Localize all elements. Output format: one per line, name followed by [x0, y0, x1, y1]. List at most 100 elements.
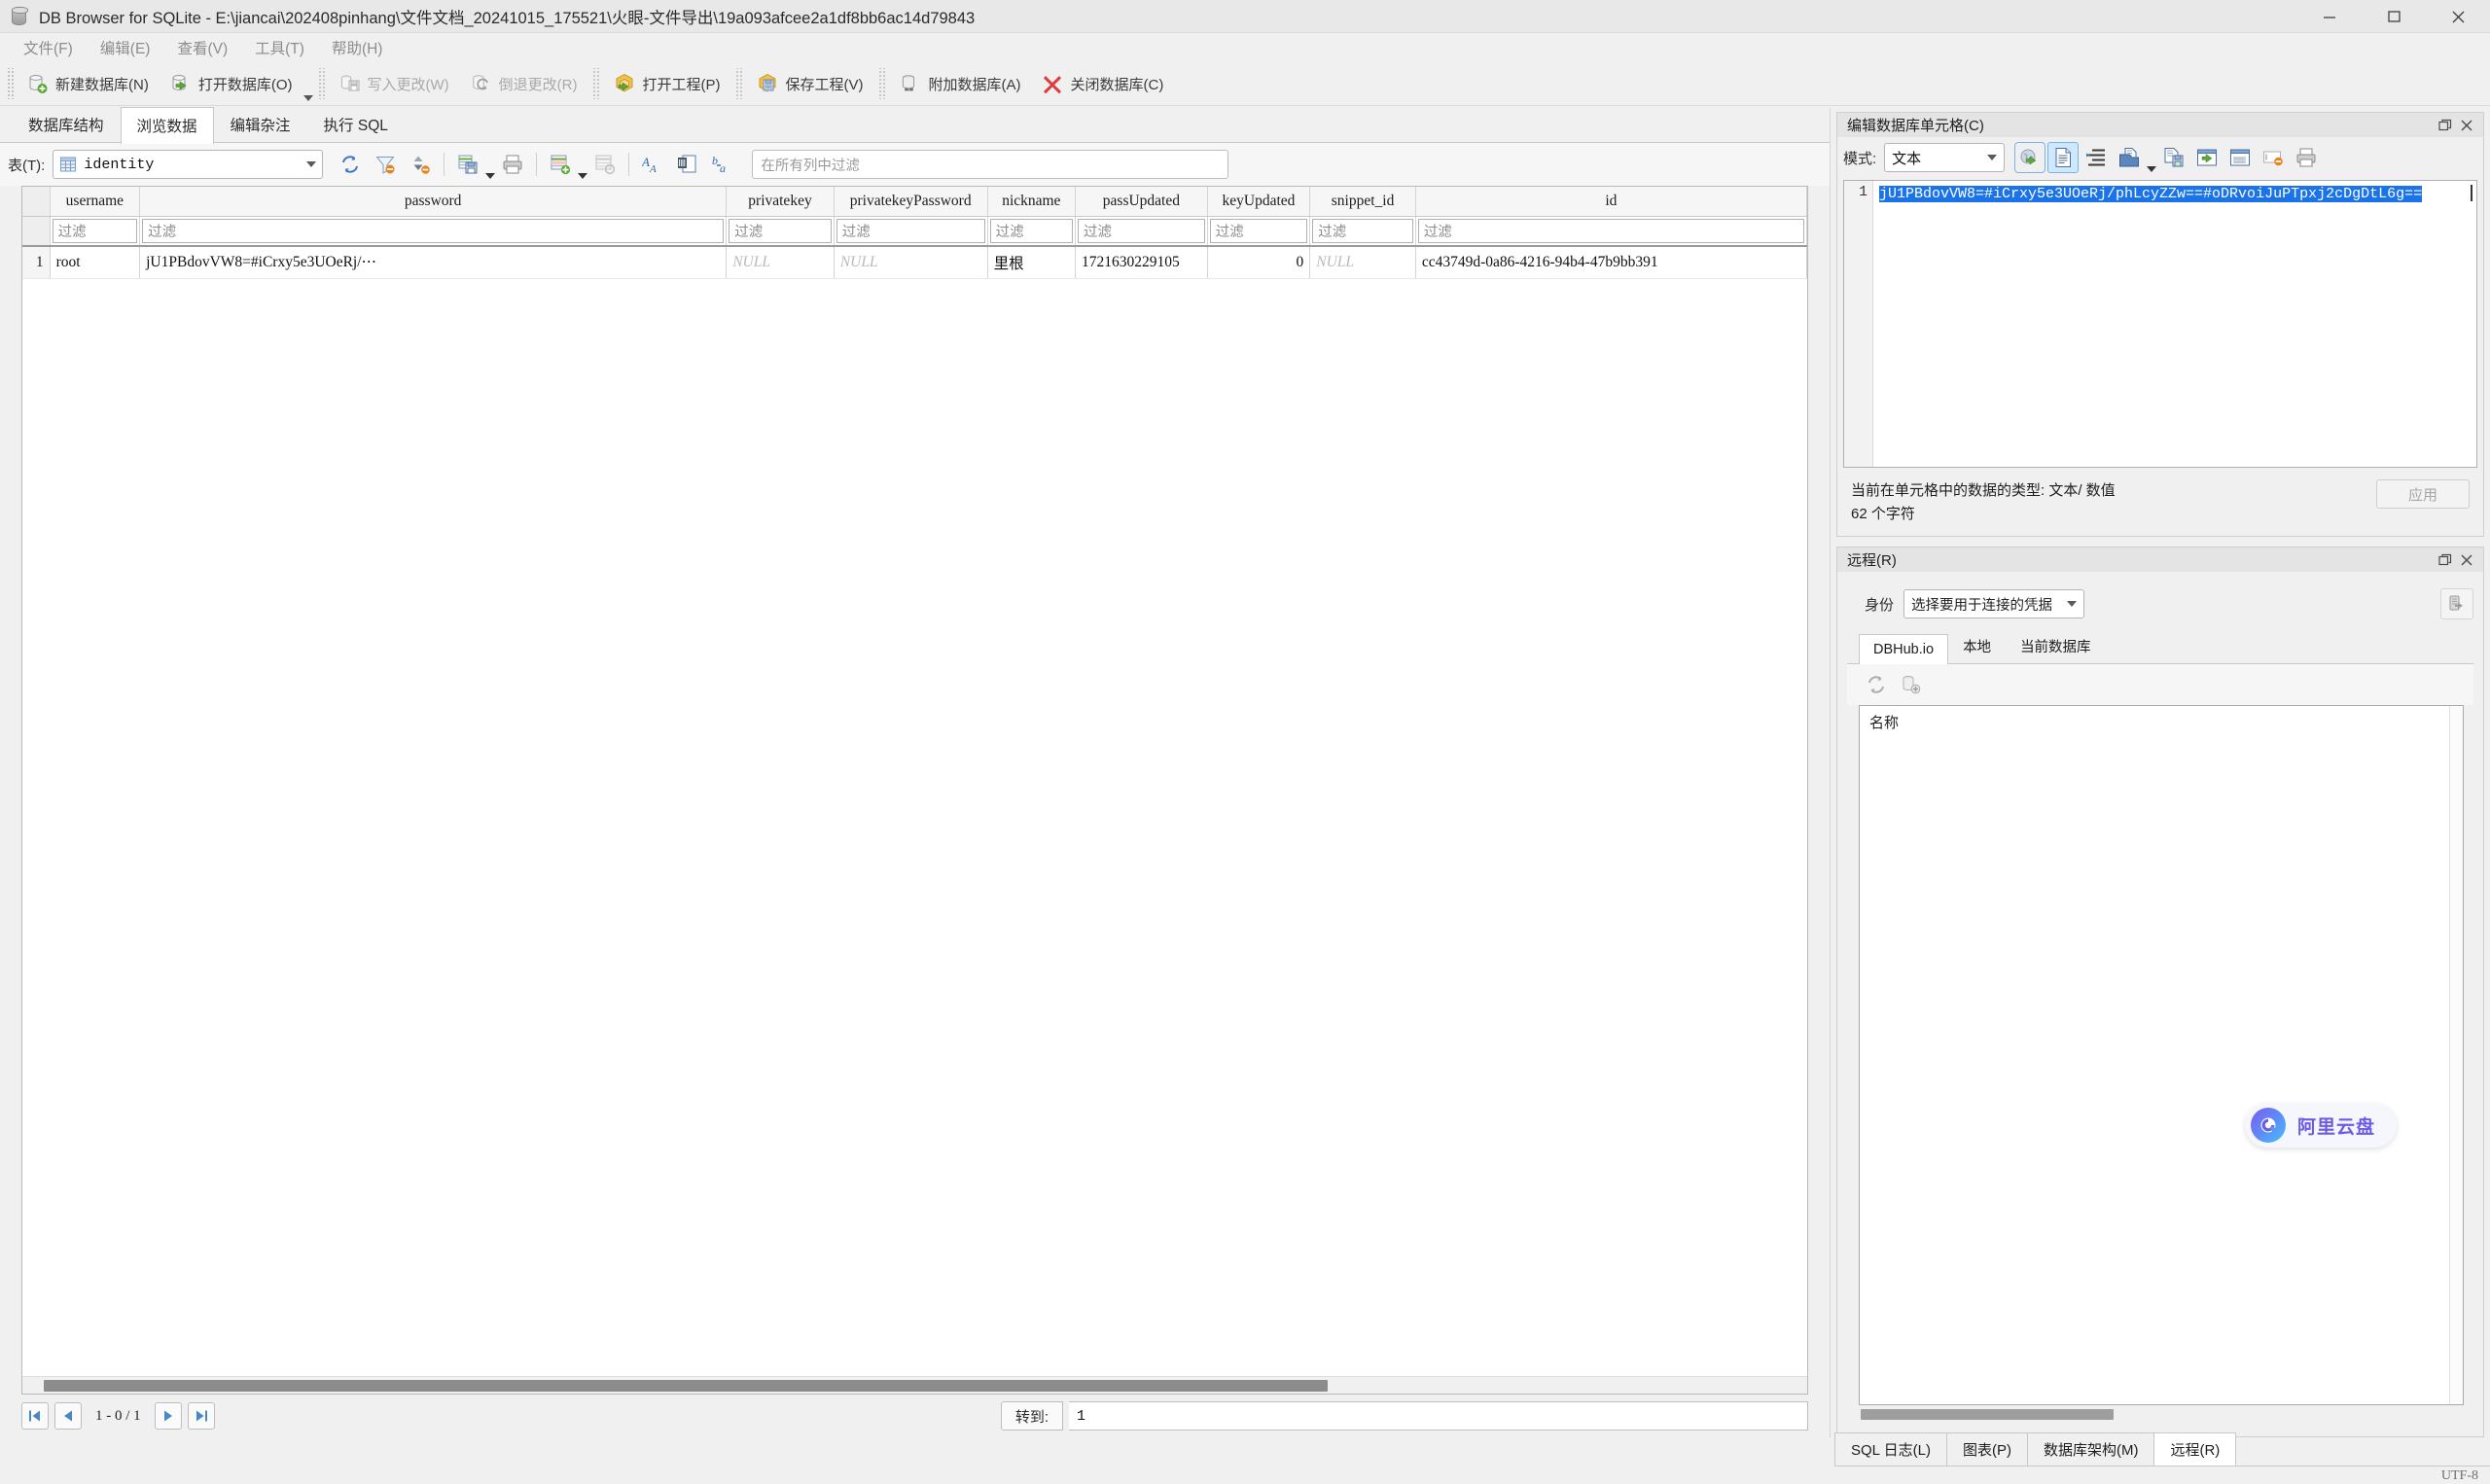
remote-tab-local[interactable]: 本地	[1948, 628, 2006, 663]
menu-item-file[interactable]: 文件(F)	[10, 34, 87, 61]
delete-record-button[interactable]	[590, 150, 620, 179]
open-database-dropdown-icon[interactable]	[302, 95, 313, 101]
refresh-button[interactable]	[336, 150, 365, 179]
remote-list-vertical-scrollbar[interactable]	[2449, 706, 2463, 1404]
set-as-null-button[interactable]	[2224, 142, 2256, 173]
remote-float-button[interactable]	[2435, 549, 2456, 571]
remote-list-horizontal-scrollbar[interactable]	[1859, 1407, 2464, 1423]
filter-input-password[interactable]: 过滤	[142, 218, 725, 243]
refresh-remote-button[interactable]	[1861, 669, 1892, 700]
data-grid-horizontal-scrollbar[interactable]	[22, 1376, 1807, 1394]
cell-privatekeypassword[interactable]: NULL	[834, 245, 988, 279]
filter-cell-privatekey[interactable]: 过滤	[726, 216, 835, 247]
manage-identities-button[interactable]	[2440, 588, 2473, 619]
column-header-privatekey[interactable]: privatekey	[726, 187, 835, 217]
column-header-nickname[interactable]: nickname	[987, 187, 1077, 217]
filter-input-passupdated[interactable]: 过滤	[1078, 218, 1205, 243]
save-results-dropdown-icon[interactable]	[485, 173, 496, 179]
remote-tab-current-database[interactable]: 当前数据库	[2006, 628, 2106, 663]
edit-cell-float-button[interactable]	[2435, 115, 2456, 136]
word-wrap-button[interactable]	[2081, 142, 2112, 173]
write-changes-button[interactable]: 写入更改(W)	[329, 67, 460, 100]
table-row[interactable]: 1 root jU1PBdovVW8=#iCrxy5e3UOeRj/⋯ NULL…	[22, 245, 1807, 279]
column-header-password[interactable]: password	[139, 187, 728, 217]
bottom-tab-plot[interactable]: 图表(P)	[1945, 1432, 2028, 1466]
new-database-button[interactable]: 新建数据库(N)	[17, 67, 160, 100]
cell-passupdated[interactable]: 1721630229105	[1075, 245, 1208, 279]
column-header-passupdated[interactable]: passUpdated	[1075, 187, 1208, 217]
clear-filters-button[interactable]	[371, 150, 400, 179]
print-cell-button[interactable]	[2291, 142, 2322, 173]
menu-item-edit[interactable]: 编辑(E)	[87, 34, 164, 61]
cell-text-editor[interactable]: 1 jU1PBdovVW8=#iCrxy5e3UOeRj/phLcyZZw==#…	[1843, 180, 2477, 468]
tab-browse-data[interactable]: 浏览数据	[120, 107, 214, 144]
apply-button[interactable]: 应用	[2376, 479, 2470, 509]
filter-cell-password[interactable]: 过滤	[139, 216, 728, 247]
close-database-button[interactable]: 关闭数据库(C)	[1031, 67, 1174, 100]
scrollbar-thumb[interactable]	[1861, 1409, 2114, 1420]
maximize-button[interactable]	[2362, 0, 2426, 33]
column-header-snippet-id[interactable]: snippet_id	[1309, 187, 1416, 217]
conditional-format-button[interactable]: b a	[708, 150, 737, 179]
cell-password[interactable]: jU1PBdovVW8=#iCrxy5e3UOeRj/⋯	[139, 245, 728, 279]
font-size-button[interactable]: A A	[638, 150, 667, 179]
open-file-button[interactable]	[2114, 142, 2145, 173]
filter-input-username[interactable]: 过滤	[52, 218, 138, 243]
filter-cell-keyupdated[interactable]: 过滤	[1207, 216, 1311, 247]
table-selector-combobox[interactable]: identity	[53, 150, 324, 179]
open-file-dropdown-icon[interactable]	[2147, 166, 2157, 172]
tab-edit-pragmas[interactable]: 编辑杂注	[214, 106, 307, 143]
remote-database-list[interactable]: 名称	[1859, 705, 2464, 1405]
filter-cell-privatekeypassword[interactable]: 过滤	[834, 216, 988, 247]
bottom-tab-sql-log[interactable]: SQL 日志(L)	[1834, 1432, 1947, 1466]
cell-keyupdated[interactable]: 0	[1207, 245, 1311, 279]
save-file-button[interactable]	[2158, 142, 2189, 173]
print-button[interactable]	[498, 150, 527, 179]
cell-id[interactable]: cc43749d-0a86-4216-94b4-47b9bb391	[1415, 245, 1807, 279]
filter-cell-username[interactable]: 过滤	[50, 216, 141, 247]
filter-cell-snippet-id[interactable]: 过滤	[1309, 216, 1416, 247]
close-button[interactable]	[2426, 0, 2490, 33]
open-project-button[interactable]: 打开工程(P)	[603, 67, 730, 100]
find-replace-button[interactable]	[673, 150, 702, 179]
import-data-button[interactable]	[2014, 142, 2046, 173]
edit-cell-close-button[interactable]	[2456, 115, 2477, 136]
cell-username[interactable]: root	[50, 245, 141, 279]
export-button[interactable]	[2191, 142, 2223, 173]
filter-input-privatekeypassword[interactable]: 过滤	[836, 218, 985, 243]
toolbar-grip[interactable]	[6, 68, 14, 99]
open-database-button[interactable]: 打开数据库(O)	[160, 67, 303, 100]
save-project-button[interactable]: 保存工程(V)	[746, 67, 873, 100]
first-page-button[interactable]	[21, 1402, 49, 1430]
tab-execute-sql[interactable]: 执行 SQL	[307, 106, 405, 143]
previous-page-button[interactable]	[54, 1402, 82, 1430]
remote-close-button[interactable]	[2456, 549, 2477, 571]
insert-record-button[interactable]	[546, 150, 575, 179]
filter-input-snippet-id[interactable]: 过滤	[1312, 218, 1413, 243]
insert-record-dropdown-icon[interactable]	[578, 173, 588, 179]
filter-input-keyupdated[interactable]: 过滤	[1209, 218, 1308, 243]
revert-changes-button[interactable]: 倒退更改(R)	[460, 67, 588, 100]
save-results-button[interactable]	[453, 150, 482, 179]
null-indicator-button[interactable]	[2258, 142, 2289, 173]
column-header-keyupdated[interactable]: keyUpdated	[1207, 187, 1311, 217]
identity-combobox[interactable]: 选择要用于连接的凭据	[1903, 589, 2085, 618]
cell-nickname[interactable]: 里根	[987, 245, 1077, 279]
attach-database-button[interactable]: 附加数据库(A)	[889, 67, 1031, 100]
tab-database-structure[interactable]: 数据库结构	[12, 106, 121, 143]
menu-item-tools[interactable]: 工具(T)	[241, 34, 318, 61]
clone-database-button[interactable]	[1896, 669, 1927, 700]
filter-input-privatekey[interactable]: 过滤	[729, 218, 832, 243]
filter-input-nickname[interactable]: 过滤	[989, 218, 1074, 243]
remote-tab-dbhub[interactable]: DBHub.io	[1859, 634, 1949, 664]
global-filter-input[interactable]: 在所有列中过滤	[752, 150, 1229, 179]
cell-privatekey[interactable]: NULL	[726, 245, 835, 279]
menu-item-help[interactable]: 帮助(H)	[318, 34, 397, 61]
filter-cell-nickname[interactable]: 过滤	[987, 216, 1077, 247]
bottom-tab-schema[interactable]: 数据库架构(M)	[2026, 1432, 2155, 1466]
filter-cell-passupdated[interactable]: 过滤	[1075, 216, 1208, 247]
bottom-tab-remote[interactable]: 远程(R)	[2153, 1432, 2237, 1466]
cell-text-content[interactable]: jU1PBdovVW8=#iCrxy5e3UOeRj/phLcyZZw==#oD…	[1873, 181, 2476, 467]
grid-corner-cell[interactable]	[22, 187, 51, 217]
last-page-button[interactable]	[187, 1402, 215, 1430]
